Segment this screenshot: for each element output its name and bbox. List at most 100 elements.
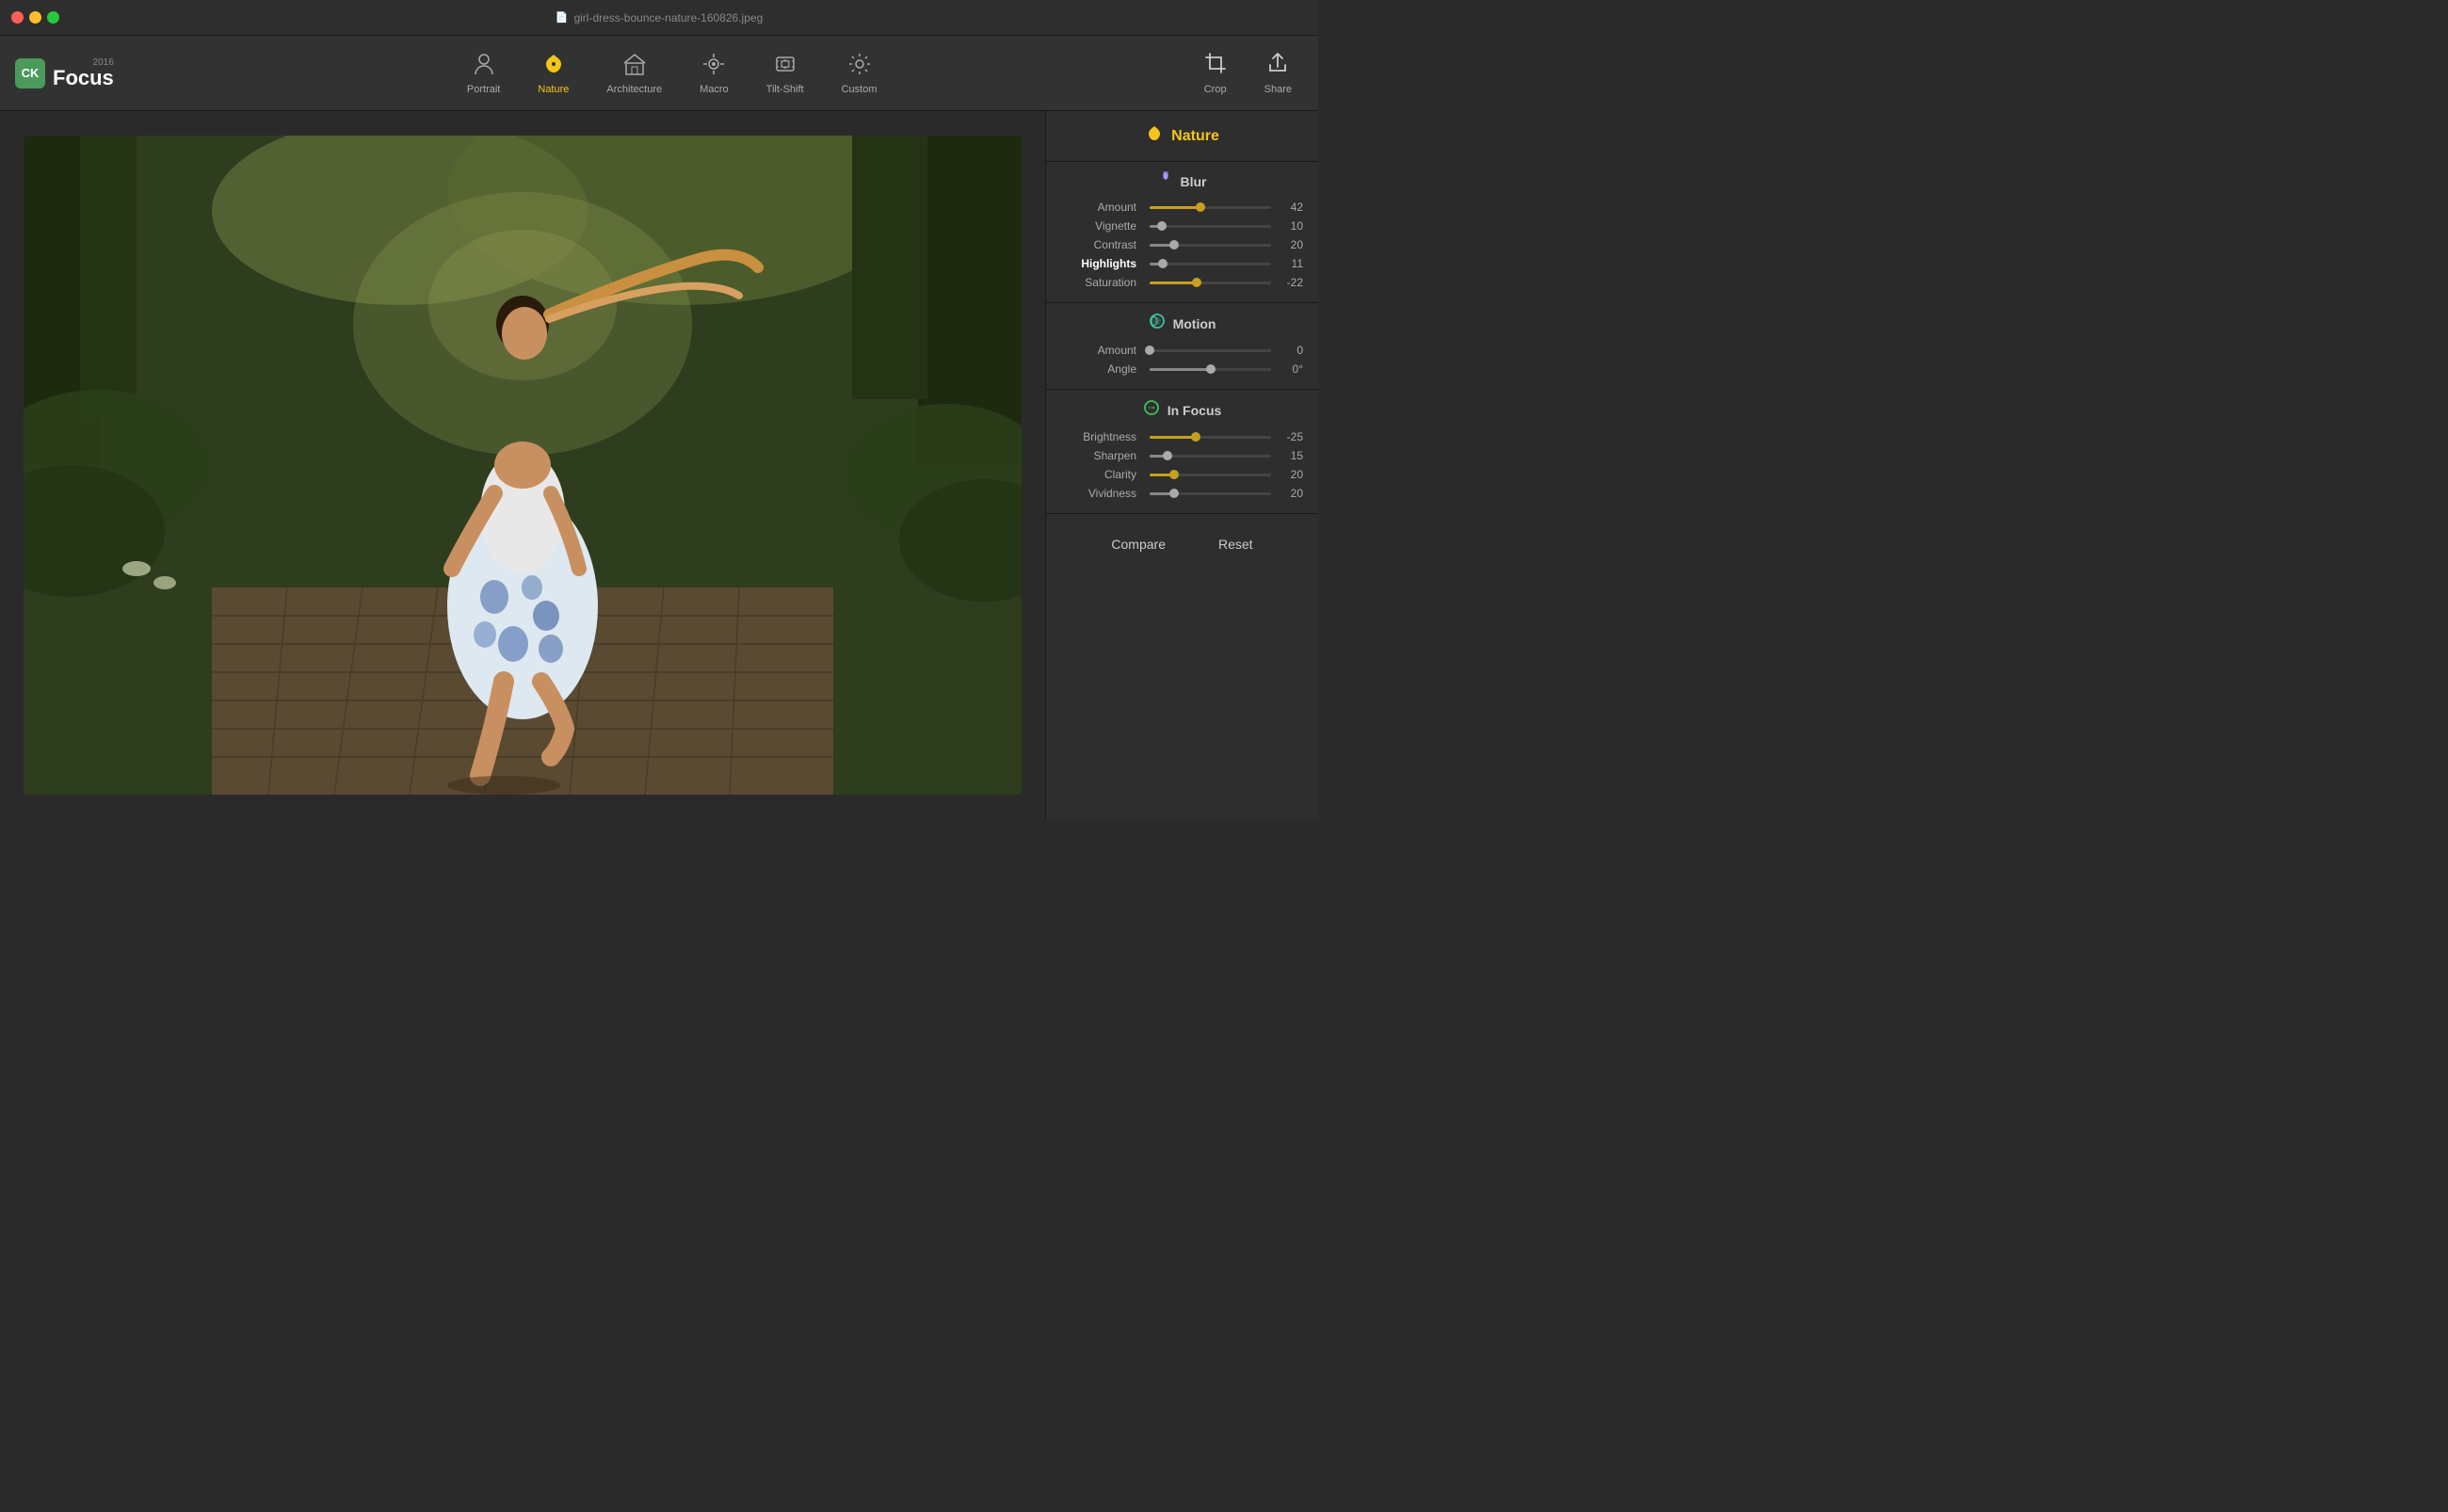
highlights-value: 11 <box>1275 257 1303 270</box>
blur-title: Blur <box>1181 174 1207 189</box>
nature-icon <box>541 52 566 80</box>
angle-track[interactable] <box>1150 368 1271 371</box>
in-focus-title: In Focus <box>1168 403 1222 418</box>
logo-text: 2016 Focus <box>53 57 114 88</box>
brightness-track[interactable] <box>1150 436 1271 439</box>
custom-label: Custom <box>842 84 878 95</box>
file-icon: 📄 <box>556 11 569 24</box>
clarity-row: Clarity 20 <box>1061 468 1303 481</box>
highlights-thumb <box>1158 259 1168 268</box>
vignette-row: Vignette 10 <box>1061 219 1303 233</box>
maximize-button[interactable] <box>47 11 59 24</box>
angle-fill <box>1150 368 1211 371</box>
angle-value: 0° <box>1275 362 1303 376</box>
tilt-shift-icon <box>773 52 797 80</box>
sharpen-track[interactable] <box>1150 455 1271 458</box>
vignette-value: 10 <box>1275 219 1303 233</box>
motion-amount-value: 0 <box>1275 344 1303 357</box>
in-focus-section: In Focus Brightness -25 Sharpen 15 <box>1046 390 1318 514</box>
main-content: Nature Blur Amount 42 <box>0 111 1318 819</box>
canvas-area[interactable] <box>0 111 1045 819</box>
nav-tool-macro[interactable]: Macro <box>681 46 748 101</box>
saturation-thumb <box>1192 278 1201 287</box>
crop-icon <box>1204 52 1227 80</box>
vividness-label: Vividness <box>1061 487 1136 500</box>
sharpen-row: Sharpen 15 <box>1061 449 1303 462</box>
highlights-track[interactable] <box>1150 263 1271 265</box>
logo: CK 2016 Focus <box>15 57 114 88</box>
brightness-label: Brightness <box>1061 430 1136 443</box>
photo-container <box>24 136 1022 795</box>
brightness-thumb <box>1191 432 1200 442</box>
reset-button[interactable]: Reset <box>1211 533 1261 555</box>
vividness-thumb <box>1169 489 1179 498</box>
motion-section: Motion Amount 0 Angle 0° <box>1046 303 1318 390</box>
nav-tool-portrait[interactable]: Portrait <box>448 46 519 101</box>
contrast-thumb <box>1169 240 1179 249</box>
custom-icon <box>847 52 872 80</box>
vignette-thumb <box>1157 221 1167 231</box>
panel-title: Nature <box>1171 128 1219 145</box>
contrast-value: 20 <box>1275 238 1303 251</box>
clarity-value: 20 <box>1275 468 1303 481</box>
right-panel: Nature Blur Amount 42 <box>1045 111 1318 819</box>
motion-amount-row: Amount 0 <box>1061 344 1303 357</box>
brightness-fill <box>1150 436 1196 439</box>
clarity-label: Clarity <box>1061 468 1136 481</box>
nav-tool-architecture[interactable]: Architecture <box>588 46 681 101</box>
panel-header: Nature <box>1046 111 1318 162</box>
blur-section-header: Blur <box>1061 171 1303 191</box>
motion-amount-label: Amount <box>1061 344 1136 357</box>
macro-icon <box>701 52 726 80</box>
compare-button[interactable]: Compare <box>1103 533 1173 555</box>
share-icon <box>1266 52 1289 80</box>
motion-amount-thumb <box>1145 346 1154 355</box>
architecture-icon <box>622 52 647 80</box>
contrast-track[interactable] <box>1150 244 1271 247</box>
sharpen-thumb <box>1163 451 1172 460</box>
crop-label: Crop <box>1204 84 1227 95</box>
minimize-button[interactable] <box>29 11 41 24</box>
blur-amount-fill <box>1150 206 1200 209</box>
vignette-label: Vignette <box>1061 219 1136 233</box>
vividness-value: 20 <box>1275 487 1303 500</box>
nav-tool-nature[interactable]: Nature <box>519 46 588 101</box>
angle-label: Angle <box>1061 362 1136 376</box>
blur-amount-label: Amount <box>1061 201 1136 214</box>
crop-button[interactable]: Crop <box>1193 46 1238 101</box>
panel-header-icon <box>1145 124 1164 148</box>
angle-thumb <box>1206 364 1216 374</box>
titlebar: 📄 girl-dress-bounce-nature-160826.jpeg <box>0 0 1318 36</box>
vividness-row: Vividness 20 <box>1061 487 1303 500</box>
share-button[interactable]: Share <box>1253 46 1303 101</box>
motion-title: Motion <box>1173 316 1216 331</box>
sharpen-value: 15 <box>1275 449 1303 462</box>
clarity-track[interactable] <box>1150 474 1271 476</box>
nav-tool-custom[interactable]: Custom <box>823 46 896 101</box>
motion-section-header: Motion <box>1061 313 1303 334</box>
vignette-track[interactable] <box>1150 225 1271 228</box>
motion-amount-track[interactable] <box>1150 349 1271 352</box>
saturation-row: Saturation -22 <box>1061 276 1303 289</box>
blur-amount-thumb <box>1196 202 1205 212</box>
saturation-label: Saturation <box>1061 276 1136 289</box>
nature-label: Nature <box>538 84 569 95</box>
vividness-track[interactable] <box>1150 492 1271 495</box>
sharpen-label: Sharpen <box>1061 449 1136 462</box>
nav-tool-tilt-shift[interactable]: Tilt-Shift <box>748 46 823 101</box>
architecture-label: Architecture <box>606 84 662 95</box>
contrast-row: Contrast 20 <box>1061 238 1303 251</box>
portrait-icon <box>472 52 496 80</box>
macro-label: Macro <box>700 84 729 95</box>
blur-amount-value: 42 <box>1275 201 1303 214</box>
saturation-track[interactable] <box>1150 281 1271 284</box>
highlights-row: Highlights 11 <box>1061 257 1303 270</box>
in-focus-section-header: In Focus <box>1061 399 1303 421</box>
angle-row: Angle 0° <box>1061 362 1303 376</box>
close-button[interactable] <box>11 11 24 24</box>
blur-amount-track[interactable] <box>1150 206 1271 209</box>
in-focus-icon <box>1143 399 1160 421</box>
brightness-value: -25 <box>1275 430 1303 443</box>
highlights-label: Highlights <box>1061 257 1136 270</box>
motion-icon <box>1149 313 1166 334</box>
